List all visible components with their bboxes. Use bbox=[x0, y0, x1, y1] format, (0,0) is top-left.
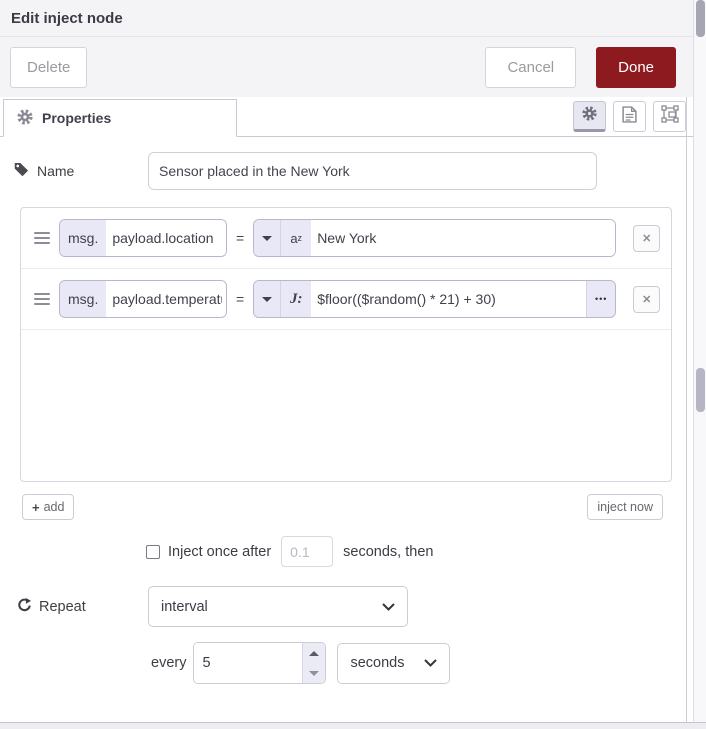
property-key-input[interactable] bbox=[106, 281, 226, 317]
gear-icon bbox=[17, 108, 33, 128]
close-icon: ✕ bbox=[642, 232, 652, 245]
interval-count-field bbox=[193, 642, 327, 684]
plus-icon: + bbox=[32, 499, 40, 515]
spinner-down-button[interactable] bbox=[303, 663, 325, 683]
interval-row: every seconds bbox=[151, 642, 693, 684]
inject-once-row: Inject once after seconds, then bbox=[146, 536, 693, 567]
document-icon bbox=[622, 105, 637, 128]
inject-once-checkbox[interactable] bbox=[146, 544, 160, 559]
property-value-input[interactable] bbox=[311, 281, 587, 317]
chevron-down-icon bbox=[424, 655, 438, 671]
properties-list: msg. = az ✕ msg. bbox=[20, 207, 672, 482]
drag-handle-icon[interactable] bbox=[34, 293, 50, 305]
repeat-row: Repeat interval bbox=[17, 586, 693, 627]
msg-property-input: msg. bbox=[59, 280, 227, 318]
description-tab-button[interactable] bbox=[613, 101, 646, 132]
name-label: Name bbox=[14, 162, 148, 180]
delete-button[interactable]: Delete bbox=[10, 46, 88, 88]
tab-icon-toolbar bbox=[573, 101, 686, 132]
done-button[interactable]: Done bbox=[596, 46, 676, 88]
every-label: every bbox=[151, 655, 187, 671]
add-property-button[interactable]: + add bbox=[22, 494, 75, 520]
repeat-label: Repeat bbox=[17, 597, 148, 617]
chevron-down-icon bbox=[382, 599, 395, 615]
scrollbar-thumb[interactable] bbox=[696, 0, 705, 37]
inject-delay-input[interactable] bbox=[281, 536, 334, 567]
appearance-tab-button[interactable] bbox=[653, 101, 686, 132]
expand-editor-button[interactable]: ••• bbox=[586, 281, 616, 317]
repeat-select[interactable]: interval bbox=[148, 586, 408, 627]
name-row: Name bbox=[14, 152, 693, 190]
msg-prefix: msg. bbox=[60, 281, 107, 317]
edit-inject-dialog: Edit inject node Delete Cancel Done Prop… bbox=[0, 0, 706, 729]
property-value-input[interactable] bbox=[311, 220, 616, 256]
inject-now-button[interactable]: inject now bbox=[587, 494, 663, 520]
number-spinner bbox=[302, 643, 326, 683]
close-icon: ✕ bbox=[642, 293, 652, 306]
property-key-input[interactable] bbox=[106, 220, 226, 256]
name-input[interactable] bbox=[148, 152, 597, 190]
equals-sign: = bbox=[236, 291, 245, 307]
string-type-icon: az bbox=[281, 220, 312, 256]
property-row: msg. = J: ••• ✕ bbox=[21, 269, 671, 330]
tab-properties-label: Properties bbox=[42, 110, 112, 126]
msg-prefix: msg. bbox=[60, 220, 107, 256]
tag-icon bbox=[14, 162, 29, 180]
type-select-button[interactable] bbox=[254, 281, 282, 317]
appearance-frame-icon bbox=[660, 105, 679, 128]
drag-handle-icon[interactable] bbox=[34, 232, 50, 244]
ellipsis-icon: ••• bbox=[594, 294, 608, 304]
scrollbar-thumb[interactable] bbox=[696, 368, 705, 412]
remove-row-button[interactable]: ✕ bbox=[633, 285, 661, 313]
editor-tabs: Properties bbox=[0, 97, 693, 137]
chevron-down-icon bbox=[309, 670, 320, 676]
dialog-header: Edit inject node bbox=[0, 0, 693, 37]
typed-value-input: az bbox=[253, 219, 617, 257]
list-actions-row: + add inject now bbox=[22, 494, 663, 520]
properties-tab-button[interactable] bbox=[573, 101, 606, 132]
inject-once-label: Inject once after bbox=[168, 543, 272, 560]
msg-property-input: msg. bbox=[59, 219, 227, 257]
dialog-toolbar: Delete Cancel Done bbox=[0, 37, 693, 97]
inject-once-suffix: seconds, then bbox=[343, 543, 434, 560]
interval-count-input[interactable] bbox=[194, 643, 303, 683]
expression-type-icon: J: bbox=[281, 281, 312, 317]
interval-unit-select[interactable]: seconds bbox=[337, 642, 451, 684]
gear-icon bbox=[582, 105, 597, 126]
chevron-up-icon bbox=[309, 650, 320, 656]
type-select-button[interactable] bbox=[254, 220, 282, 256]
content-right-border bbox=[686, 97, 687, 722]
scrollbar[interactable] bbox=[693, 0, 706, 729]
chevron-down-icon bbox=[262, 235, 273, 241]
chevron-down-icon bbox=[262, 296, 273, 302]
equals-sign: = bbox=[236, 230, 245, 246]
tab-properties[interactable]: Properties bbox=[3, 99, 237, 137]
cancel-button[interactable]: Cancel bbox=[485, 46, 577, 88]
dialog-title: Edit inject node bbox=[11, 9, 123, 27]
typed-value-input: J: ••• bbox=[253, 280, 617, 318]
repeat-icon bbox=[17, 597, 32, 617]
property-row: msg. = az ✕ bbox=[21, 208, 671, 269]
spinner-up-button[interactable] bbox=[303, 643, 325, 663]
dialog-bottom-edge bbox=[0, 722, 706, 729]
remove-row-button[interactable]: ✕ bbox=[633, 224, 661, 252]
